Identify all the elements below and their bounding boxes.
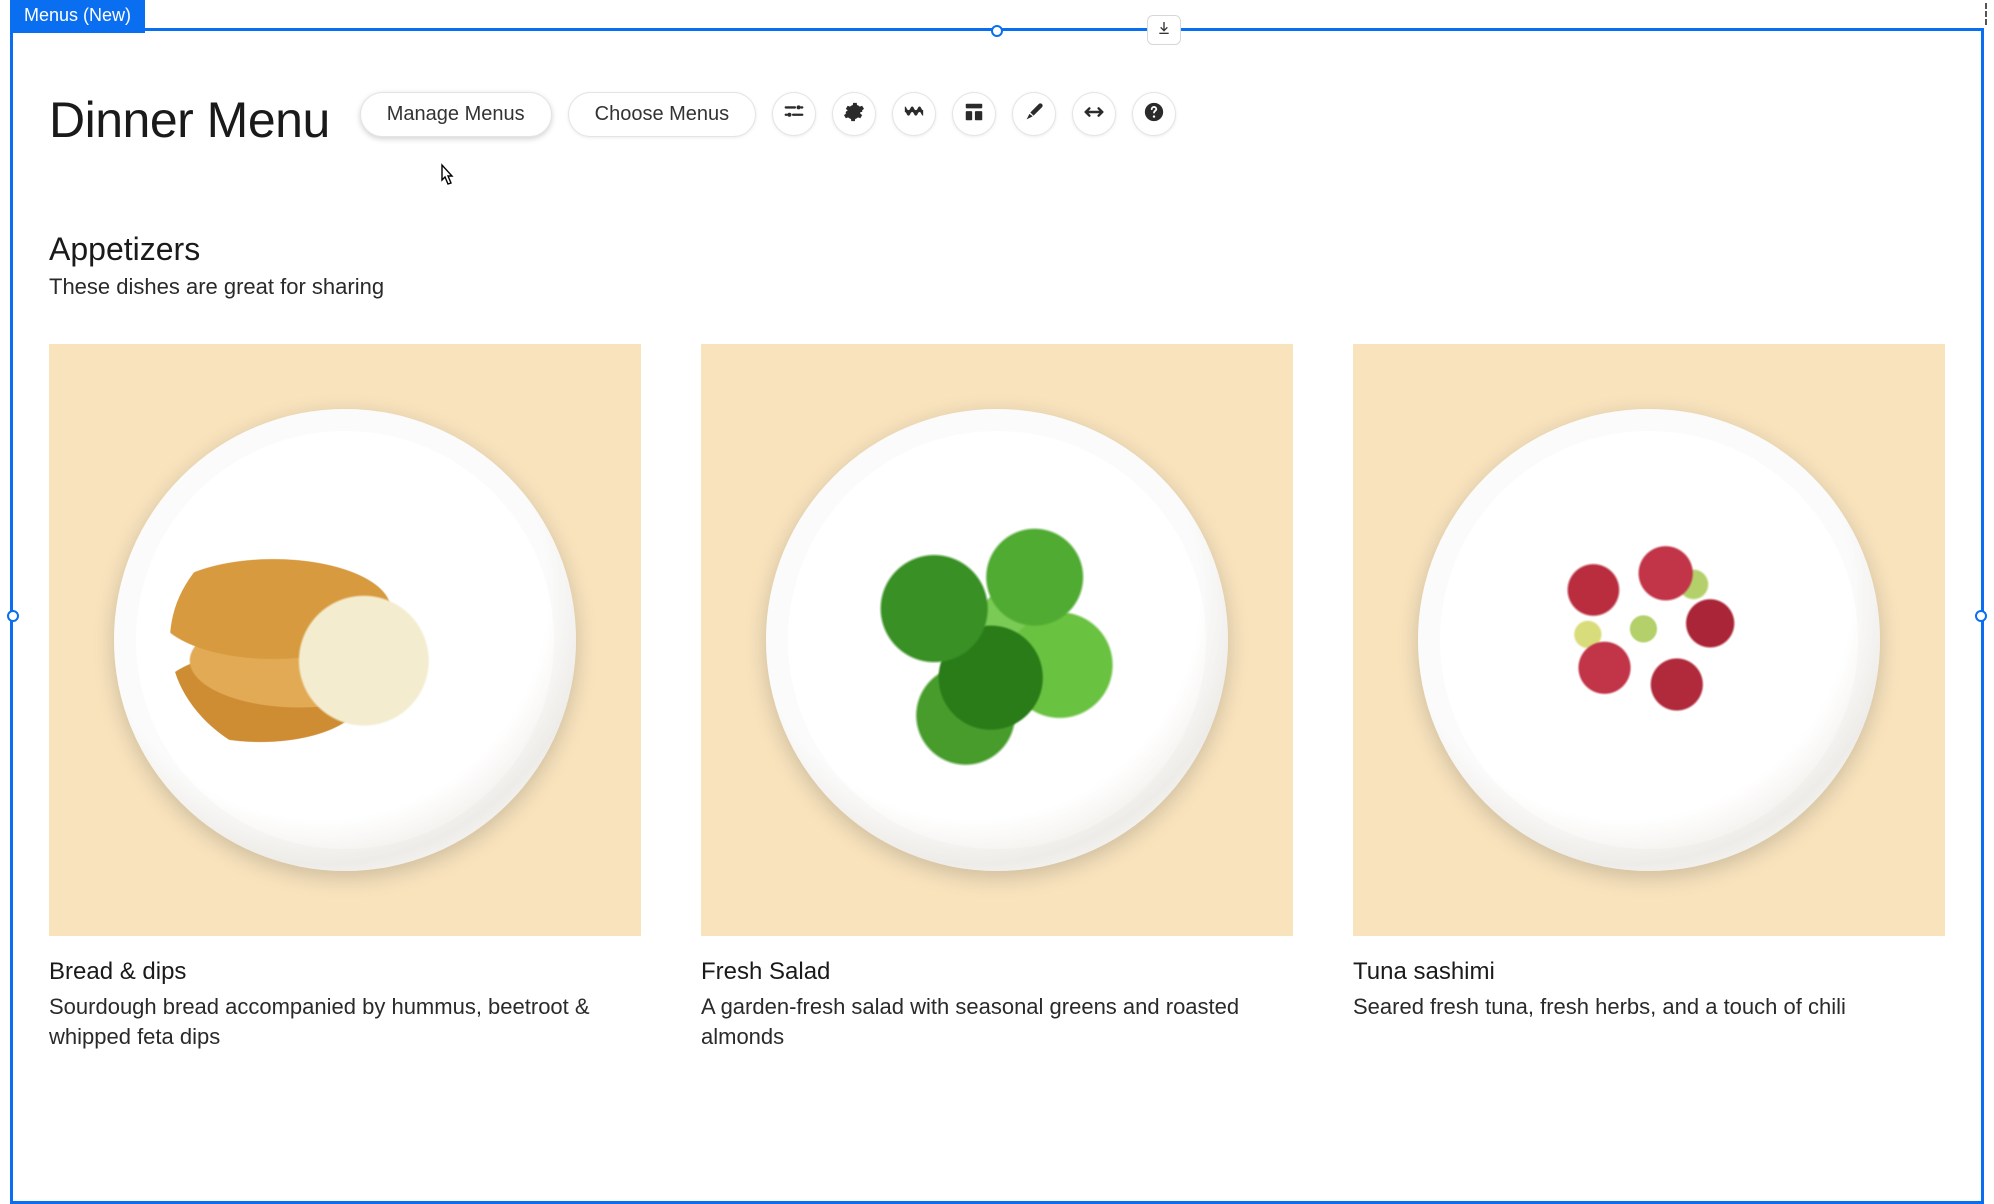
plate-icon: [114, 409, 576, 871]
menu-item-description: Seared fresh tuna, fresh herbs, and a to…: [1353, 992, 1945, 1022]
stretch-icon: [1083, 101, 1105, 128]
section-subtitle: These dishes are great for sharing: [49, 274, 1945, 300]
rotate-guide: [1985, 3, 1987, 25]
menu-item-card[interactable]: Tuna sashimi Seared fresh tuna, fresh he…: [1353, 344, 1945, 1051]
menu-item-name: Bread & dips: [49, 958, 641, 986]
selection-frame: Dinner Menu Manage Menus Choose Menus: [10, 28, 1984, 1204]
style-button[interactable]: [1012, 92, 1056, 136]
selection-tag-label: Menus (New): [24, 5, 131, 25]
download-icon: [1156, 20, 1172, 41]
collapse-into-frame-button[interactable]: [1147, 15, 1181, 45]
menu-item-name: Fresh Salad: [701, 958, 1293, 986]
menu-item-image: [701, 344, 1293, 936]
design-button[interactable]: [892, 92, 936, 136]
page-title: Dinner Menu: [49, 91, 330, 149]
settings-button[interactable]: [832, 92, 876, 136]
wave-icon: [903, 101, 925, 128]
help-icon: [1143, 101, 1165, 128]
menu-item-image: [1353, 344, 1945, 936]
selection-tag[interactable]: Menus (New): [10, 0, 145, 33]
menu-item-card[interactable]: Fresh Salad A garden-fresh salad with se…: [701, 344, 1293, 1051]
stretch-button[interactable]: [1072, 92, 1116, 136]
filters-button[interactable]: [772, 92, 816, 136]
menu-item-description: Sourdough bread accompanied by hummus, b…: [49, 992, 641, 1051]
section-title: Appetizers: [49, 231, 1945, 268]
menu-item-image: [49, 344, 641, 936]
floating-toolbar: Manage Menus Choose Menus: [360, 92, 1176, 137]
resize-handle-left[interactable]: [7, 610, 19, 622]
menu-item-description: A garden-fresh salad with seasonal green…: [701, 992, 1293, 1051]
plate-icon: [766, 409, 1228, 871]
cursor-pointer-icon: [435, 163, 457, 195]
layout-button[interactable]: [952, 92, 996, 136]
filters-icon: [783, 101, 805, 128]
menu-items-grid: Bread & dips Sourdough bread accompanied…: [49, 344, 1945, 1051]
resize-handle-right[interactable]: [1975, 610, 1987, 622]
brush-icon: [1023, 101, 1045, 128]
menu-item-card[interactable]: Bread & dips Sourdough bread accompanied…: [49, 344, 641, 1051]
help-button[interactable]: [1132, 92, 1176, 136]
gear-icon: [843, 101, 865, 128]
menu-item-name: Tuna sashimi: [1353, 958, 1945, 986]
resize-handle-top[interactable]: [991, 25, 1003, 37]
plate-icon: [1418, 409, 1880, 871]
choose-menus-button[interactable]: Choose Menus: [568, 92, 757, 137]
manage-menus-button[interactable]: Manage Menus: [360, 92, 552, 137]
layout-icon: [963, 101, 985, 128]
